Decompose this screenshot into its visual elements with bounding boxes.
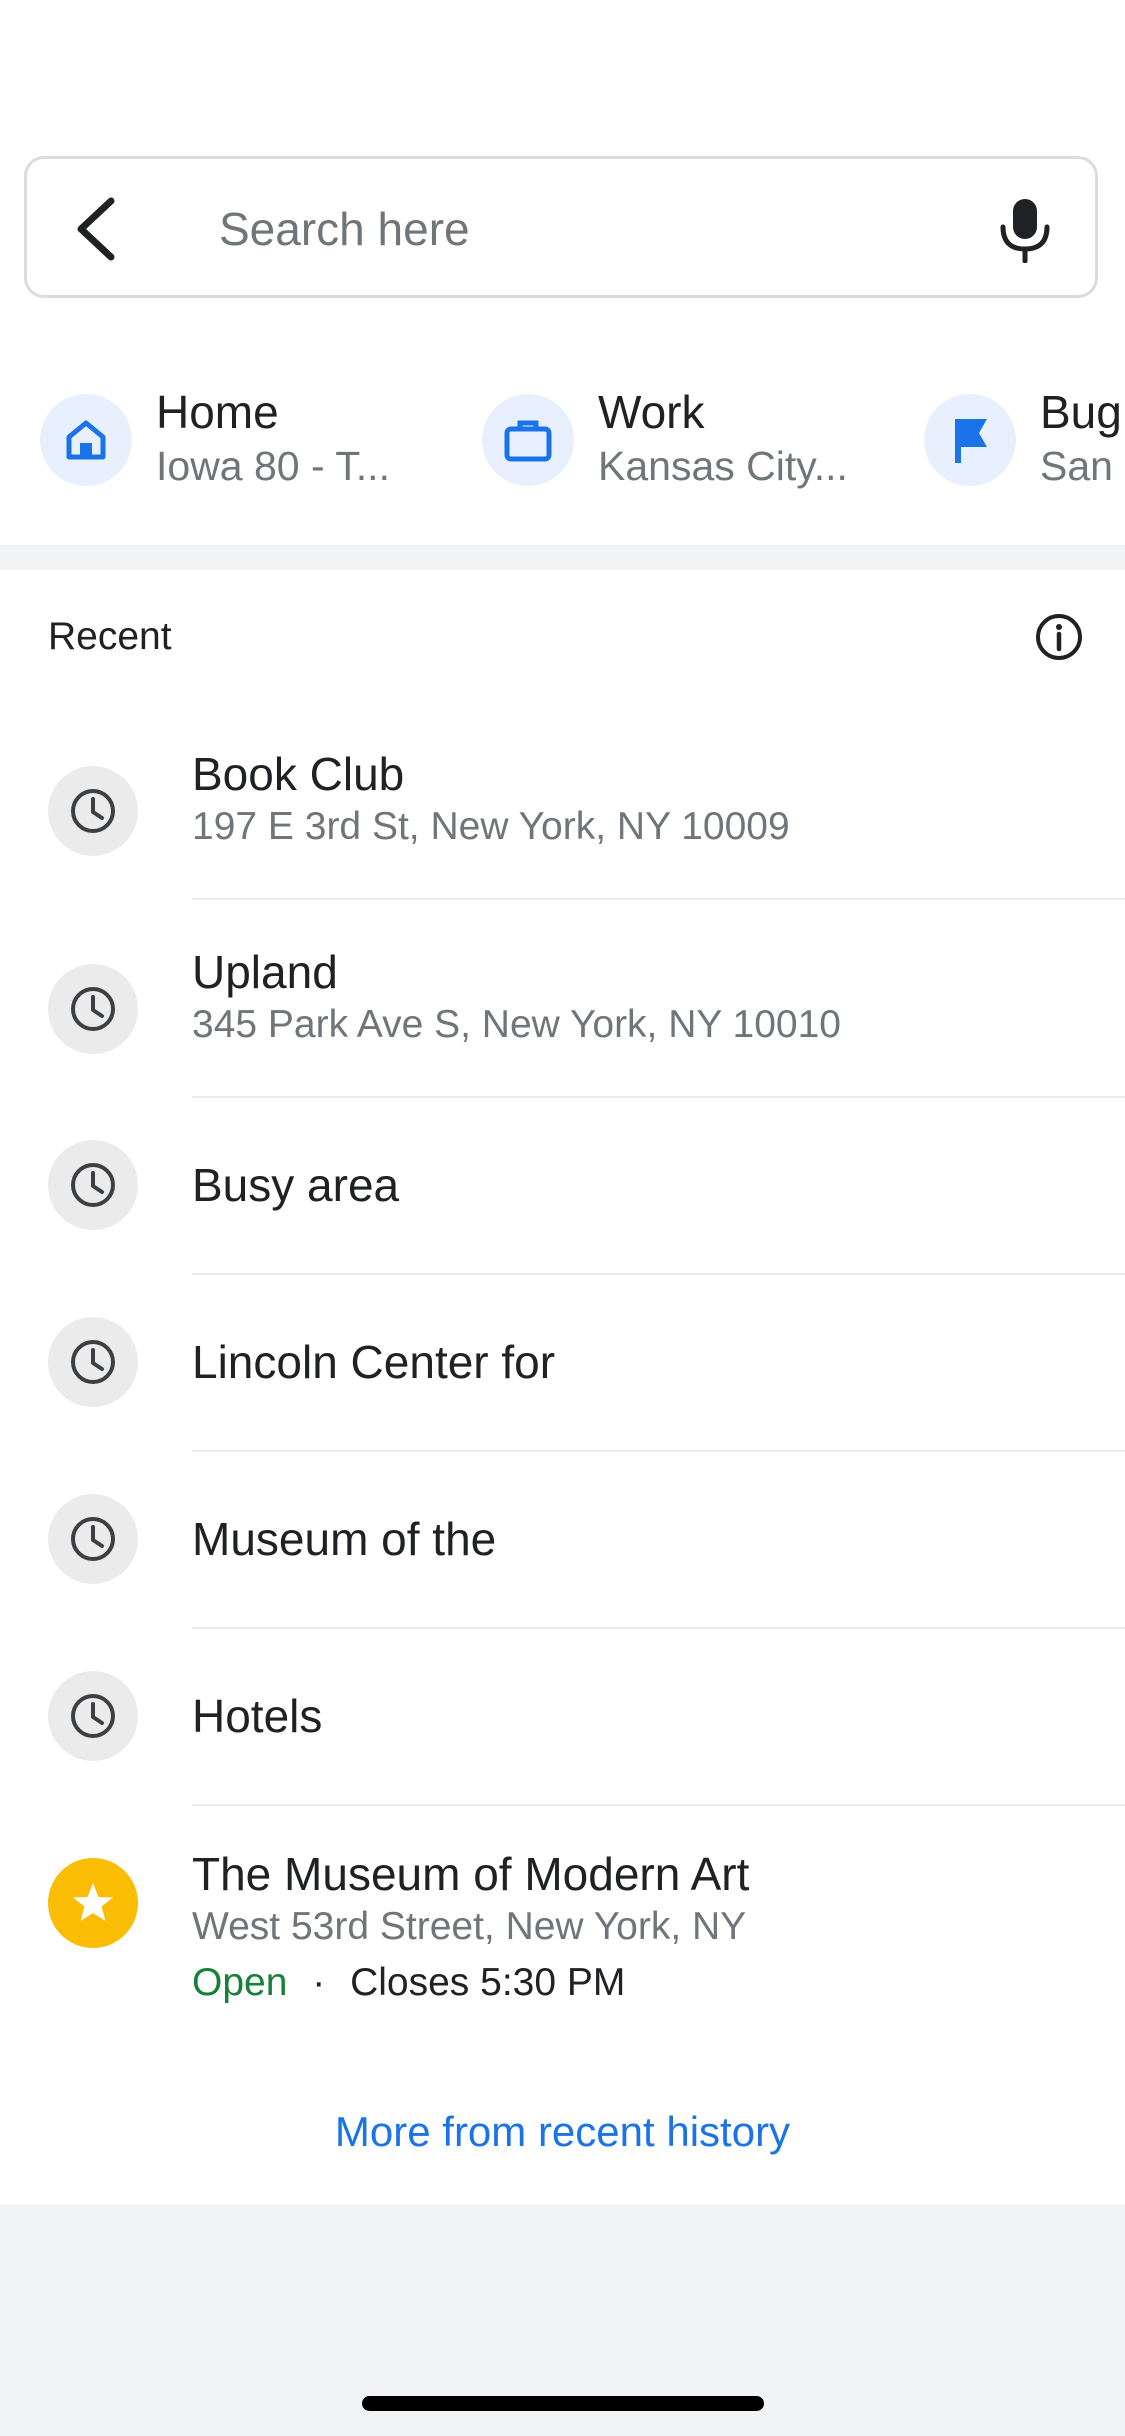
shortcut-bug[interactable]: Bug San [924,380,1125,510]
info-icon[interactable] [1034,612,1084,662]
clock-icon [48,766,138,856]
item-subtitle: 345 Park Ave S, New York, NY 10010 [192,1003,841,1046]
more-recent-history-link[interactable]: More from recent history [0,2104,1125,2160]
shortcut-subtitle: Kansas City... [598,443,848,489]
microphone-icon[interactable] [995,197,1055,264]
shortcut-title: Bug [1040,386,1122,438]
item-status-line: Open · Closes 5:30 PM [192,1958,625,2008]
search-input[interactable]: Search here [219,199,470,259]
shortcut-subtitle: San [1040,443,1113,489]
clock-icon [48,1317,138,1407]
recent-item-lincoln-center[interactable]: Lincoln Center for [0,1275,1125,1452]
briefcase-icon [482,394,574,486]
flag-icon [924,394,1016,486]
section-divider [0,545,1125,570]
status-separator: · [312,1961,326,2004]
open-status: Open [192,1961,288,2004]
shortcut-title: Work [598,386,705,438]
recent-item-upland[interactable]: Upland 345 Park Ave S, New York, NY 1001… [0,934,1125,1098]
item-title: Busy area [192,1159,400,1211]
item-divider [192,898,1125,900]
saved-places-row: Home Iowa 80 - T... Work Kansas City... … [0,380,1125,510]
item-title: Lincoln Center for [192,1336,556,1388]
home-indicator[interactable] [362,2396,764,2411]
recent-item-book-club[interactable]: Book Club 197 E 3rd St, New York, NY 100… [0,736,1125,900]
recent-item-moma[interactable]: The Museum of Modern Art West 53rd Stree… [0,1806,1125,2036]
item-title: Museum of the [192,1513,497,1565]
shortcut-subtitle: Iowa 80 - T... [156,443,390,489]
recent-item-busy-area[interactable]: Busy area [0,1098,1125,1275]
recent-item-museum-of-the[interactable]: Museum of the [0,1452,1125,1629]
clock-icon [48,1494,138,1584]
shortcut-home[interactable]: Home Iowa 80 - T... [40,380,440,510]
clock-icon [48,1671,138,1761]
clock-icon [48,1140,138,1230]
shortcut-title: Home [156,386,279,438]
clock-icon [48,964,138,1054]
item-subtitle: 197 E 3rd St, New York, NY 10009 [192,805,790,848]
shortcut-work[interactable]: Work Kansas City... [482,380,882,510]
item-title: Upland [192,946,338,998]
home-icon [40,394,132,486]
recent-header: Recent [48,615,172,658]
item-title: The Museum of Modern Art [192,1848,750,1900]
item-title: Hotels [192,1690,323,1742]
recent-item-hotels[interactable]: Hotels [0,1629,1125,1806]
closing-hours: Closes 5:30 PM [350,1961,626,2004]
chevron-left-icon[interactable] [67,193,127,265]
item-title: Book Club [192,748,405,800]
star-icon [48,1858,138,1948]
search-bar[interactable]: Search here [24,156,1098,298]
item-subtitle: West 53rd Street, New York, NY [192,1905,747,1948]
